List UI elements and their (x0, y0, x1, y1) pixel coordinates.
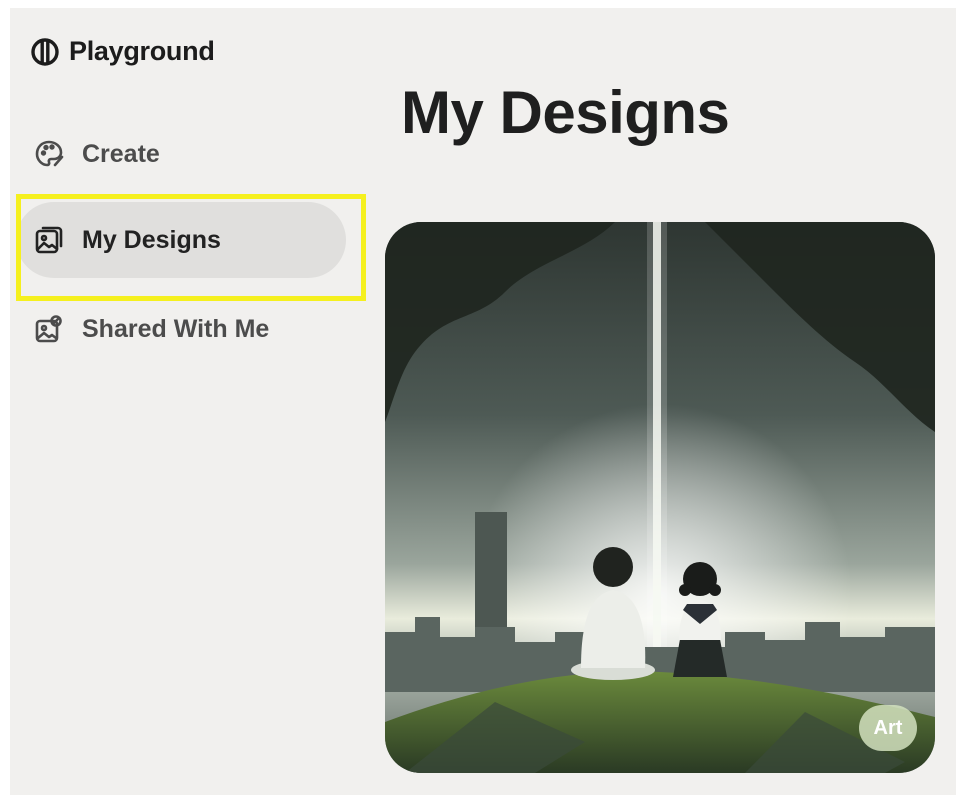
sidebar-item-label: My Designs (82, 225, 221, 254)
app-window: Playground Create My Designs Shared With… (10, 8, 956, 795)
brand[interactable]: Playground (31, 36, 215, 67)
sidebar-item-my-designs[interactable]: My Designs (16, 202, 346, 278)
shared-image-icon (30, 310, 68, 348)
image-stack-icon (30, 221, 68, 259)
sidebar-item-label: Shared With Me (82, 314, 270, 343)
sidebar-item-label: Create (82, 139, 160, 168)
app-name: Playground (69, 36, 215, 66)
design-card[interactable]: Art (385, 222, 935, 773)
page-title: My Designs (401, 79, 730, 146)
palette-icon (30, 135, 68, 173)
design-thumbnail (385, 222, 935, 773)
design-type-badge: Art (859, 705, 917, 751)
playground-logo-icon (31, 37, 59, 66)
sidebar-item-create[interactable]: Create (16, 116, 346, 192)
sidebar-item-shared-with-me[interactable]: Shared With Me (16, 291, 346, 367)
